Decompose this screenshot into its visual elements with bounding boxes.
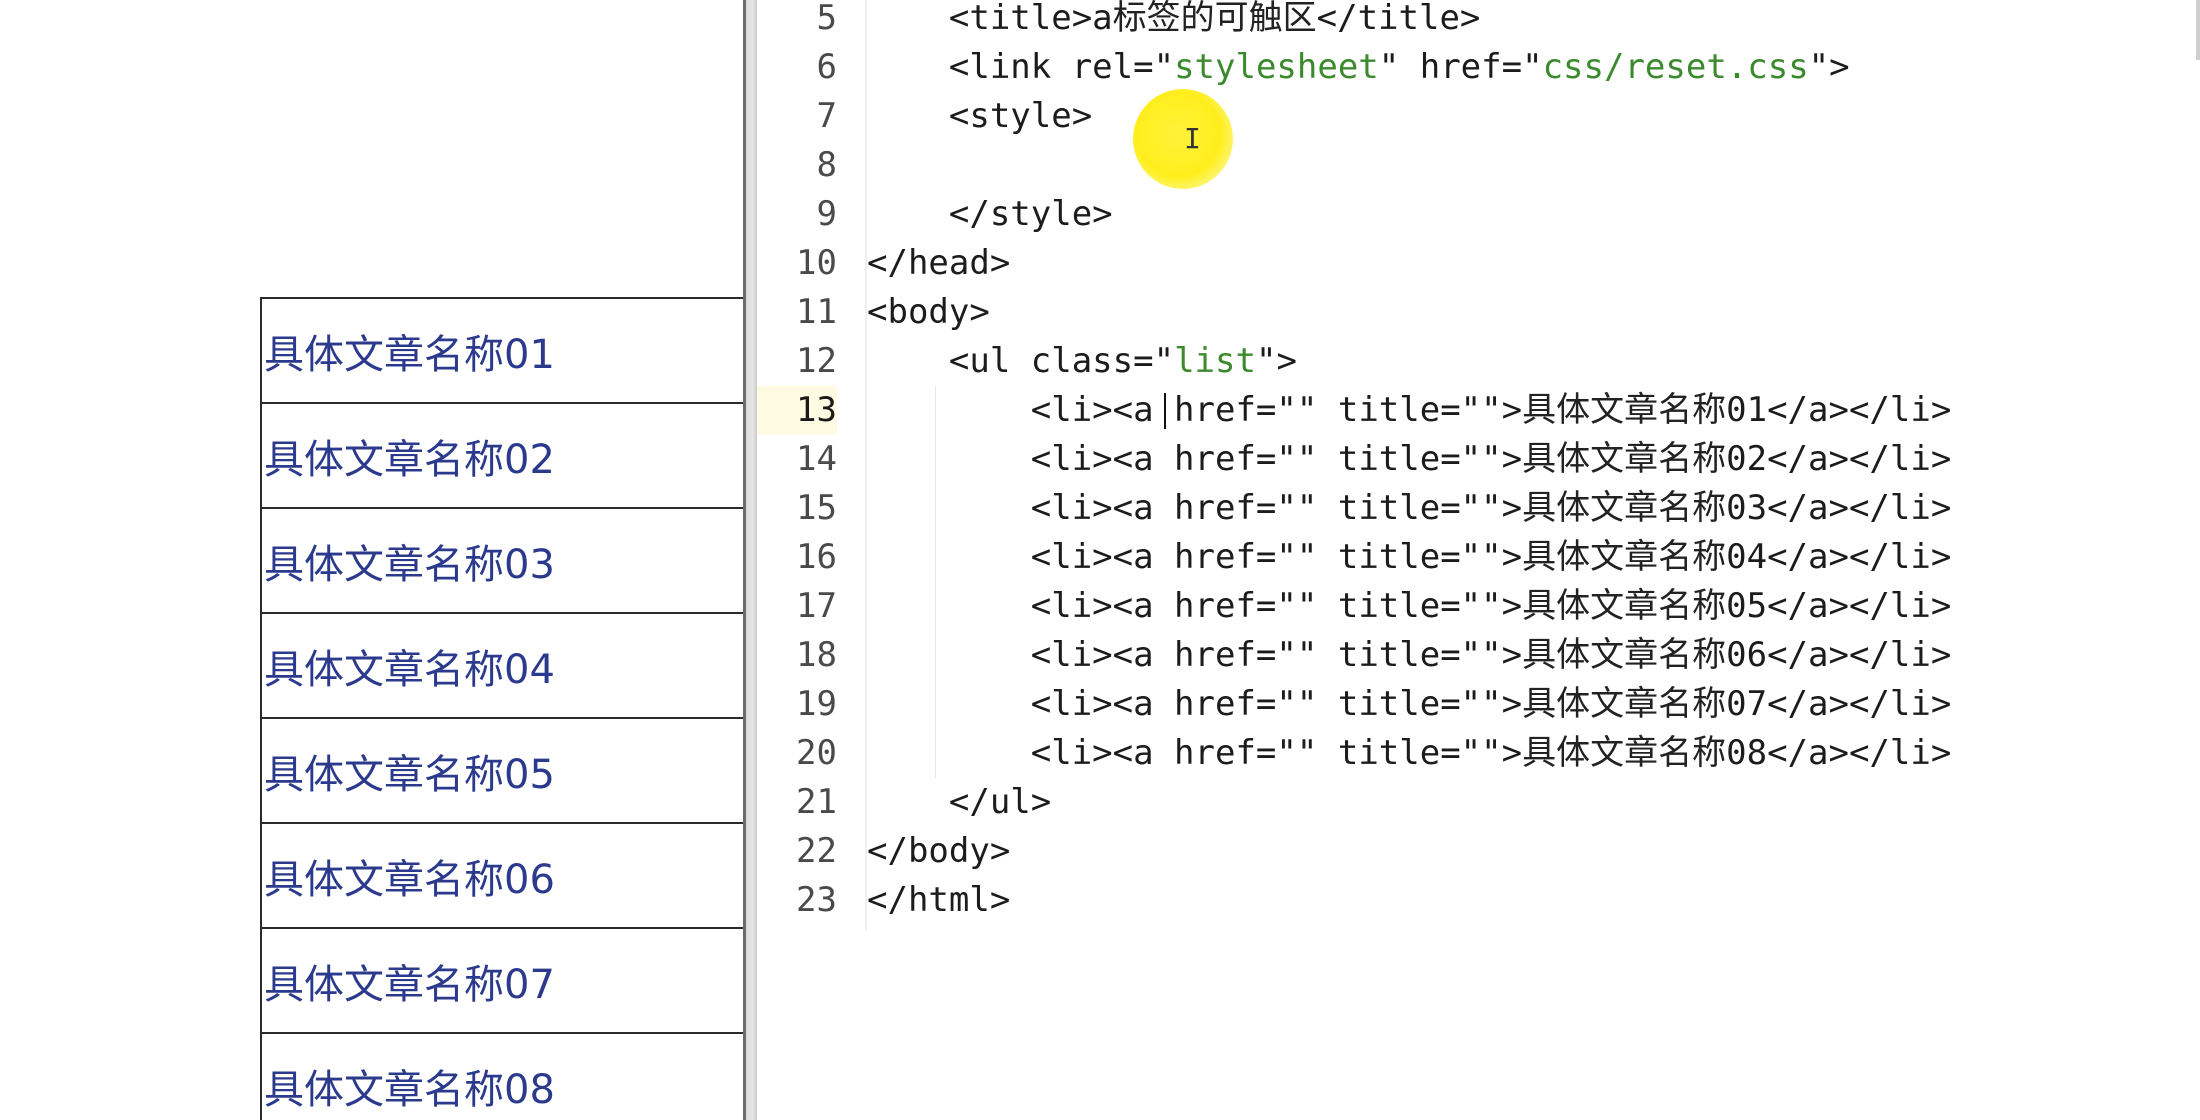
line-number: 18 xyxy=(796,635,837,675)
line-number: 15 xyxy=(796,488,837,528)
list-item: 具体文章名称03 xyxy=(260,507,743,612)
code-line[interactable]: <li><a href="" title="">具体文章名称01</a></li… xyxy=(867,386,1952,435)
list-item: 具体文章名称05 xyxy=(260,717,743,822)
code-line[interactable]: </head> xyxy=(867,239,1010,288)
screen: 具体文章名称01 具体文章名称02 具体文章名称03 具体文章名称04 具体文章… xyxy=(0,0,2200,1120)
code-line[interactable]: </html> xyxy=(867,876,1010,925)
article-link[interactable]: 具体文章名称07 xyxy=(262,952,555,1010)
article-link[interactable]: 具体文章名称03 xyxy=(262,532,555,590)
code-line[interactable]: <title>a标签的可触区</title> xyxy=(867,0,1481,43)
code-line[interactable]: <li><a href="" title="">具体文章名称05</a></li… xyxy=(867,582,1952,631)
line-number: 8 xyxy=(816,145,837,185)
cursor-highlight xyxy=(1133,89,1233,189)
code-line[interactable]: <li><a href="" title="">具体文章名称07</a></li… xyxy=(867,680,1952,729)
line-number: 11 xyxy=(796,292,837,332)
code-line[interactable]: <ul class="list"> xyxy=(867,337,1297,386)
list-item: 具体文章名称02 xyxy=(260,402,743,507)
indent-guide xyxy=(935,386,936,778)
article-link[interactable]: 具体文章名称06 xyxy=(262,847,555,905)
code-line[interactable]: <link rel="stylesheet" href="css/reset.c… xyxy=(867,43,1850,92)
browser-preview: 具体文章名称01 具体文章名称02 具体文章名称03 具体文章名称04 具体文章… xyxy=(0,0,743,1120)
code-area[interactable]: <title>a标签的可触区</title> <link rel="styles… xyxy=(867,0,2200,1120)
code-line[interactable]: <style> xyxy=(867,92,1092,141)
code-line[interactable]: <li><a href="" title="">具体文章名称06</a></li… xyxy=(867,631,1952,680)
pane-splitter[interactable] xyxy=(743,0,757,1120)
line-number: 14 xyxy=(796,439,837,479)
line-number: 13 xyxy=(757,386,837,435)
line-number: 7 xyxy=(816,96,837,136)
list-item: 具体文章名称04 xyxy=(260,612,743,717)
line-number: 21 xyxy=(796,782,837,822)
line-number: 12 xyxy=(796,341,837,381)
code-line[interactable]: <body> xyxy=(867,288,990,337)
line-number: 6 xyxy=(816,47,837,87)
line-number: 10 xyxy=(796,243,837,283)
code-line[interactable]: <li><a href="" title="">具体文章名称08</a></li… xyxy=(867,729,1952,778)
code-line[interactable]: </body> xyxy=(867,827,1010,876)
line-number: 16 xyxy=(796,537,837,577)
line-number: 5 xyxy=(816,0,837,38)
article-link[interactable]: 具体文章名称08 xyxy=(262,1057,555,1115)
code-editor[interactable]: 5 6 7 8 9 10 11 12 13 14 15 16 17 18 19 20 21 22 23 <title… xyxy=(757,0,2200,1120)
text-caret xyxy=(1164,393,1167,429)
code-line[interactable]: </style> xyxy=(867,190,1113,239)
list-item: 具体文章名称07 xyxy=(260,927,743,1032)
line-number: 19 xyxy=(796,684,837,724)
text-cursor-icon: I xyxy=(1184,122,1201,155)
article-link[interactable]: 具体文章名称02 xyxy=(262,427,555,485)
code-line[interactable]: <li><a href="" title="">具体文章名称04</a></li… xyxy=(867,533,1952,582)
list-item: 具体文章名称08 xyxy=(260,1032,743,1120)
article-list: 具体文章名称01 具体文章名称02 具体文章名称03 具体文章名称04 具体文章… xyxy=(260,297,743,1120)
code-line[interactable]: <li><a href="" title="">具体文章名称02</a></li… xyxy=(867,435,1952,484)
line-number: 23 xyxy=(796,880,837,920)
code-line[interactable]: <li><a href="" title="">具体文章名称03</a></li… xyxy=(867,484,1952,533)
article-link[interactable]: 具体文章名称01 xyxy=(262,322,555,380)
article-link[interactable]: 具体文章名称05 xyxy=(262,742,555,800)
article-link[interactable]: 具体文章名称04 xyxy=(262,637,555,695)
scrollbar[interactable] xyxy=(2196,0,2200,60)
line-number-gutter: 5 6 7 8 9 10 11 12 13 14 15 16 17 18 19 20 21 22 23 xyxy=(757,0,837,1120)
list-item: 具体文章名称01 xyxy=(260,297,743,402)
line-number: 20 xyxy=(796,733,837,773)
list-item: 具体文章名称06 xyxy=(260,822,743,927)
line-number: 22 xyxy=(796,831,837,871)
line-number: 9 xyxy=(816,194,837,234)
code-line[interactable]: </ul> xyxy=(867,778,1051,827)
line-number: 17 xyxy=(796,586,837,626)
